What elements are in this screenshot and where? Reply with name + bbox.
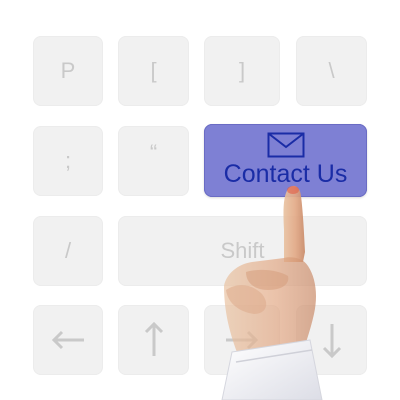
- arrow-down-icon: [322, 324, 341, 359]
- key-bracket-open-label: [: [150, 58, 157, 83]
- key-quote-label: “: [149, 140, 158, 165]
- key-quote[interactable]: “: [118, 126, 189, 196]
- key-arrow-right[interactable]: [204, 305, 280, 375]
- envelope-icon: [267, 132, 304, 157]
- arrow-right-icon: [226, 330, 259, 350]
- key-semicolon-label: ;: [64, 148, 72, 173]
- key-backslash[interactable]: \: [296, 36, 367, 106]
- key-shift-label: Shift: [220, 238, 265, 263]
- keyboard: P [ ] \ ; “ Contact Us / Shift: [0, 0, 400, 400]
- arrow-left-icon: [51, 330, 84, 350]
- key-shift[interactable]: Shift: [118, 216, 367, 286]
- key-semicolon[interactable]: ;: [33, 126, 103, 196]
- contact-us-label: Contact Us: [223, 159, 348, 188]
- key-bracket-close-label: ]: [238, 58, 246, 83]
- key-backslash-label: \: [328, 58, 335, 83]
- key-arrow-up[interactable]: [118, 305, 189, 375]
- contact-us-button[interactable]: Contact Us: [204, 124, 367, 197]
- key-bracket-open[interactable]: [: [118, 36, 189, 106]
- key-bracket-close[interactable]: ]: [204, 36, 280, 106]
- key-arrow-down[interactable]: [296, 305, 367, 375]
- key-p[interactable]: P: [33, 36, 103, 106]
- key-p-label: P: [60, 58, 76, 83]
- arrow-up-icon: [144, 321, 163, 356]
- key-slash[interactable]: /: [33, 216, 103, 286]
- key-arrow-left[interactable]: [33, 305, 103, 375]
- key-slash-label: /: [64, 238, 72, 263]
